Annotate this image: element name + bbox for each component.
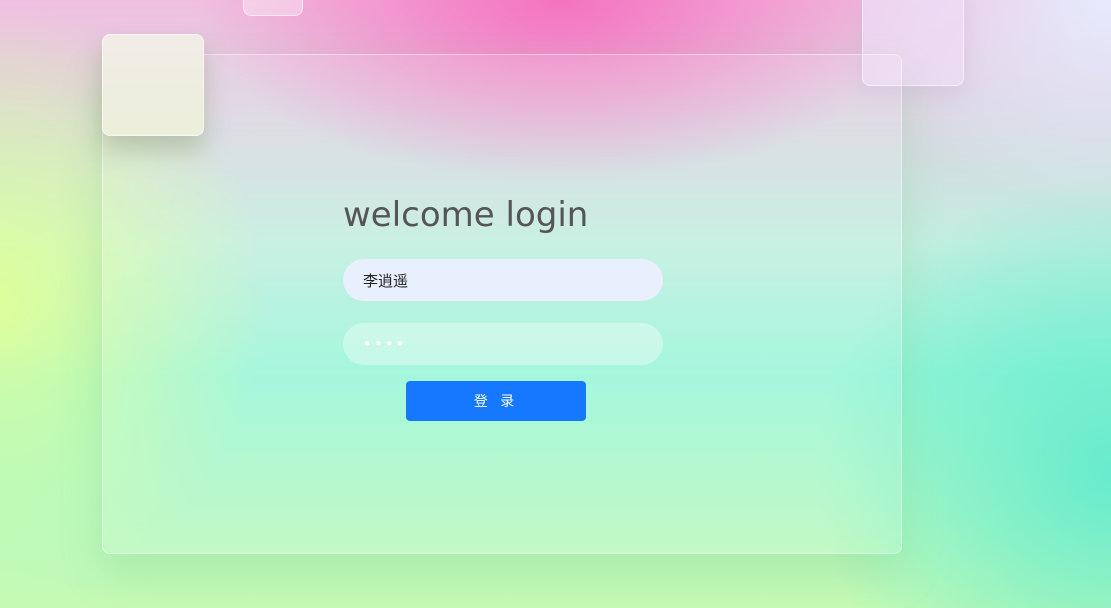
login-page: { "login": { "title": "welcome login", "…	[0, 0, 1111, 608]
decorative-square	[102, 34, 204, 136]
login-button[interactable]: 登 录	[406, 381, 586, 421]
login-title: welcome login	[343, 195, 589, 235]
password-input[interactable]	[343, 323, 663, 365]
decorative-square	[243, 0, 303, 16]
login-form: welcome login 登 录	[343, 191, 663, 421]
login-card: welcome login 登 录	[102, 54, 902, 554]
username-input[interactable]	[343, 259, 663, 301]
